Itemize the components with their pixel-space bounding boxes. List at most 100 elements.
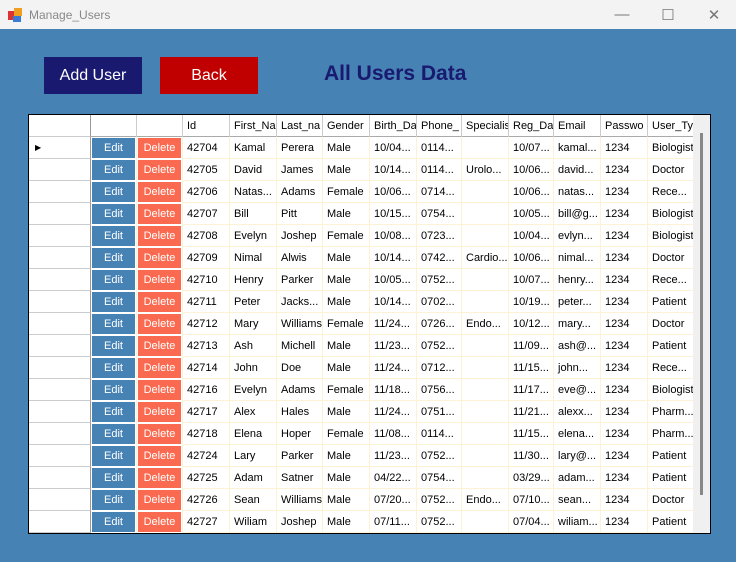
table-cell[interactable]: natas... [554,181,601,203]
add-user-button[interactable]: Add User [44,57,142,94]
table-cell[interactable]: Female [323,225,370,247]
table-cell[interactable]: 42714 [183,357,230,379]
table-cell[interactable]: 1234 [601,291,648,313]
table-cell[interactable]: Jacks... [277,291,323,313]
table-cell[interactable]: 1234 [601,269,648,291]
table-row[interactable]: Edit Delete 42708 Evelyn Joshep Female 10/08..… [29,225,695,247]
table-cell[interactable]: 10/04... [509,225,554,247]
table-cell[interactable]: 07/11... [370,511,417,533]
table-cell[interactable]: Henry [230,269,277,291]
table-cell[interactable]: Patient [648,511,695,533]
close-button[interactable]: ✕ [691,0,736,29]
table-cell[interactable]: 1234 [601,489,648,511]
row-header[interactable] [29,335,91,357]
delete-button[interactable]: Delete [138,380,181,400]
table-cell[interactable] [462,269,509,291]
table-row[interactable]: Edit Delete 42713 Ash Michell Male 11/23... 075… [29,335,695,357]
column-header[interactable]: Specialis [462,115,509,137]
table-cell[interactable]: 0726... [417,313,462,335]
table-cell[interactable]: Alex [230,401,277,423]
table-cell[interactable]: Biologist [648,137,695,159]
table-cell[interactable]: 0756... [417,379,462,401]
delete-button[interactable]: Delete [138,424,181,444]
edit-button[interactable]: Edit [92,204,135,224]
table-cell[interactable]: Doe [277,357,323,379]
row-header[interactable] [29,489,91,511]
table-cell[interactable]: Male [323,401,370,423]
table-cell[interactable]: alexx... [554,401,601,423]
column-header[interactable]: Phone_ [417,115,462,137]
row-header[interactable] [29,247,91,269]
table-cell[interactable]: 0712... [417,357,462,379]
table-cell[interactable] [462,401,509,423]
table-cell[interactable]: nimal... [554,247,601,269]
table-cell[interactable]: 42724 [183,445,230,467]
delete-button[interactable]: Delete [138,182,181,202]
column-header[interactable]: Id [183,115,230,137]
row-header[interactable]: ▶ [29,137,91,159]
table-cell[interactable]: 42707 [183,203,230,225]
table-cell[interactable] [462,511,509,533]
table-cell[interactable]: 42706 [183,181,230,203]
row-header[interactable] [29,159,91,181]
table-cell[interactable]: Endo... [462,313,509,335]
delete-button[interactable]: Delete [138,248,181,268]
table-cell[interactable]: 1234 [601,159,648,181]
table-cell[interactable]: 11/24... [370,401,417,423]
table-cell[interactable] [462,379,509,401]
table-cell[interactable]: 42712 [183,313,230,335]
table-cell[interactable]: 10/19... [509,291,554,313]
table-cell[interactable]: 11/24... [370,313,417,335]
table-cell[interactable]: 10/06... [509,247,554,269]
table-cell[interactable]: 10/06... [509,181,554,203]
delete-button[interactable]: Delete [138,402,181,422]
table-cell[interactable]: 0702... [417,291,462,313]
table-cell[interactable]: Biologist [648,203,695,225]
edit-button[interactable]: Edit [92,182,135,202]
vertical-scrollbar[interactable] [693,115,710,533]
table-cell[interactable]: sean... [554,489,601,511]
table-cell[interactable]: Female [323,423,370,445]
column-header[interactable]: Gender [323,115,370,137]
table-cell[interactable]: Adam [230,467,277,489]
table-cell[interactable]: David [230,159,277,181]
table-cell[interactable]: 1234 [601,247,648,269]
table-cell[interactable]: Biologist [648,379,695,401]
table-cell[interactable]: Doctor [648,159,695,181]
users-table[interactable]: Id First_Na Last_na Gender Birth_Da Phone_ Spe… [28,114,711,534]
table-cell[interactable]: adam... [554,467,601,489]
table-cell[interactable]: 42709 [183,247,230,269]
table-cell[interactable]: 0723... [417,225,462,247]
table-cell[interactable] [462,335,509,357]
table-cell[interactable]: 10/15... [370,203,417,225]
table-cell[interactable]: 1234 [601,137,648,159]
table-cell[interactable]: 0752... [417,335,462,357]
table-cell[interactable]: Hoper [277,423,323,445]
row-header[interactable] [29,291,91,313]
table-cell[interactable]: Rece... [648,357,695,379]
table-row[interactable]: Edit Delete 42714 John Doe Male 11/24... 0712..… [29,357,695,379]
edit-button[interactable]: Edit [92,160,135,180]
delete-button[interactable]: Delete [138,490,181,510]
table-cell[interactable]: 0752... [417,445,462,467]
table-cell[interactable]: Patient [648,445,695,467]
table-cell[interactable]: Male [323,335,370,357]
table-cell[interactable]: Endo... [462,489,509,511]
table-cell[interactable] [462,445,509,467]
edit-button[interactable]: Edit [92,226,135,246]
table-cell[interactable]: Evelyn [230,225,277,247]
delete-button[interactable]: Delete [138,358,181,378]
table-cell[interactable]: 42708 [183,225,230,247]
table-cell[interactable]: 10/08... [370,225,417,247]
table-cell[interactable]: 42713 [183,335,230,357]
table-cell[interactable]: 11/24... [370,357,417,379]
table-cell[interactable]: 04/22... [370,467,417,489]
edit-button[interactable]: Edit [92,512,135,532]
table-cell[interactable]: henry... [554,269,601,291]
table-row[interactable]: Edit Delete 42727 Wiliam Joshep Male 07/11... 0… [29,511,695,533]
table-cell[interactable]: 10/14... [370,291,417,313]
table-cell[interactable]: 11/18... [370,379,417,401]
table-cell[interactable]: 0114... [417,137,462,159]
column-header[interactable]: Email [554,115,601,137]
table-cell[interactable] [462,291,509,313]
